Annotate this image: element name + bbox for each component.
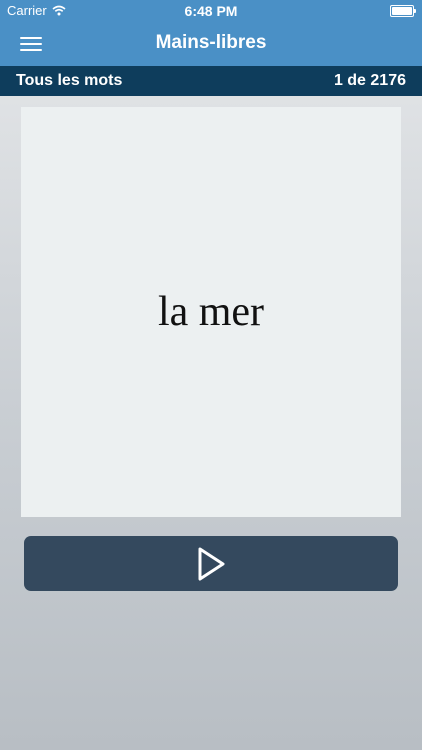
status-time: 6:48 PM <box>184 3 238 19</box>
nav-bar: Mains-libres <box>0 22 422 66</box>
battery-icon <box>390 5 416 17</box>
play-icon <box>198 547 225 580</box>
list-header: Tous les mots 1 de 2176 <box>0 66 422 96</box>
page-title: Mains-libres <box>155 32 267 53</box>
flashcard-word: la mer <box>157 289 265 335</box>
play-button[interactable] <box>24 536 398 591</box>
list-name: Tous les mots <box>16 72 123 89</box>
word-counter: 1 de 2176 <box>333 72 406 89</box>
flashcard[interactable]: la mer <box>21 107 401 517</box>
top-bar: Carrier 6:48 PM Mains-libres <box>0 0 422 66</box>
status-bar: Carrier 6:48 PM <box>0 0 422 22</box>
